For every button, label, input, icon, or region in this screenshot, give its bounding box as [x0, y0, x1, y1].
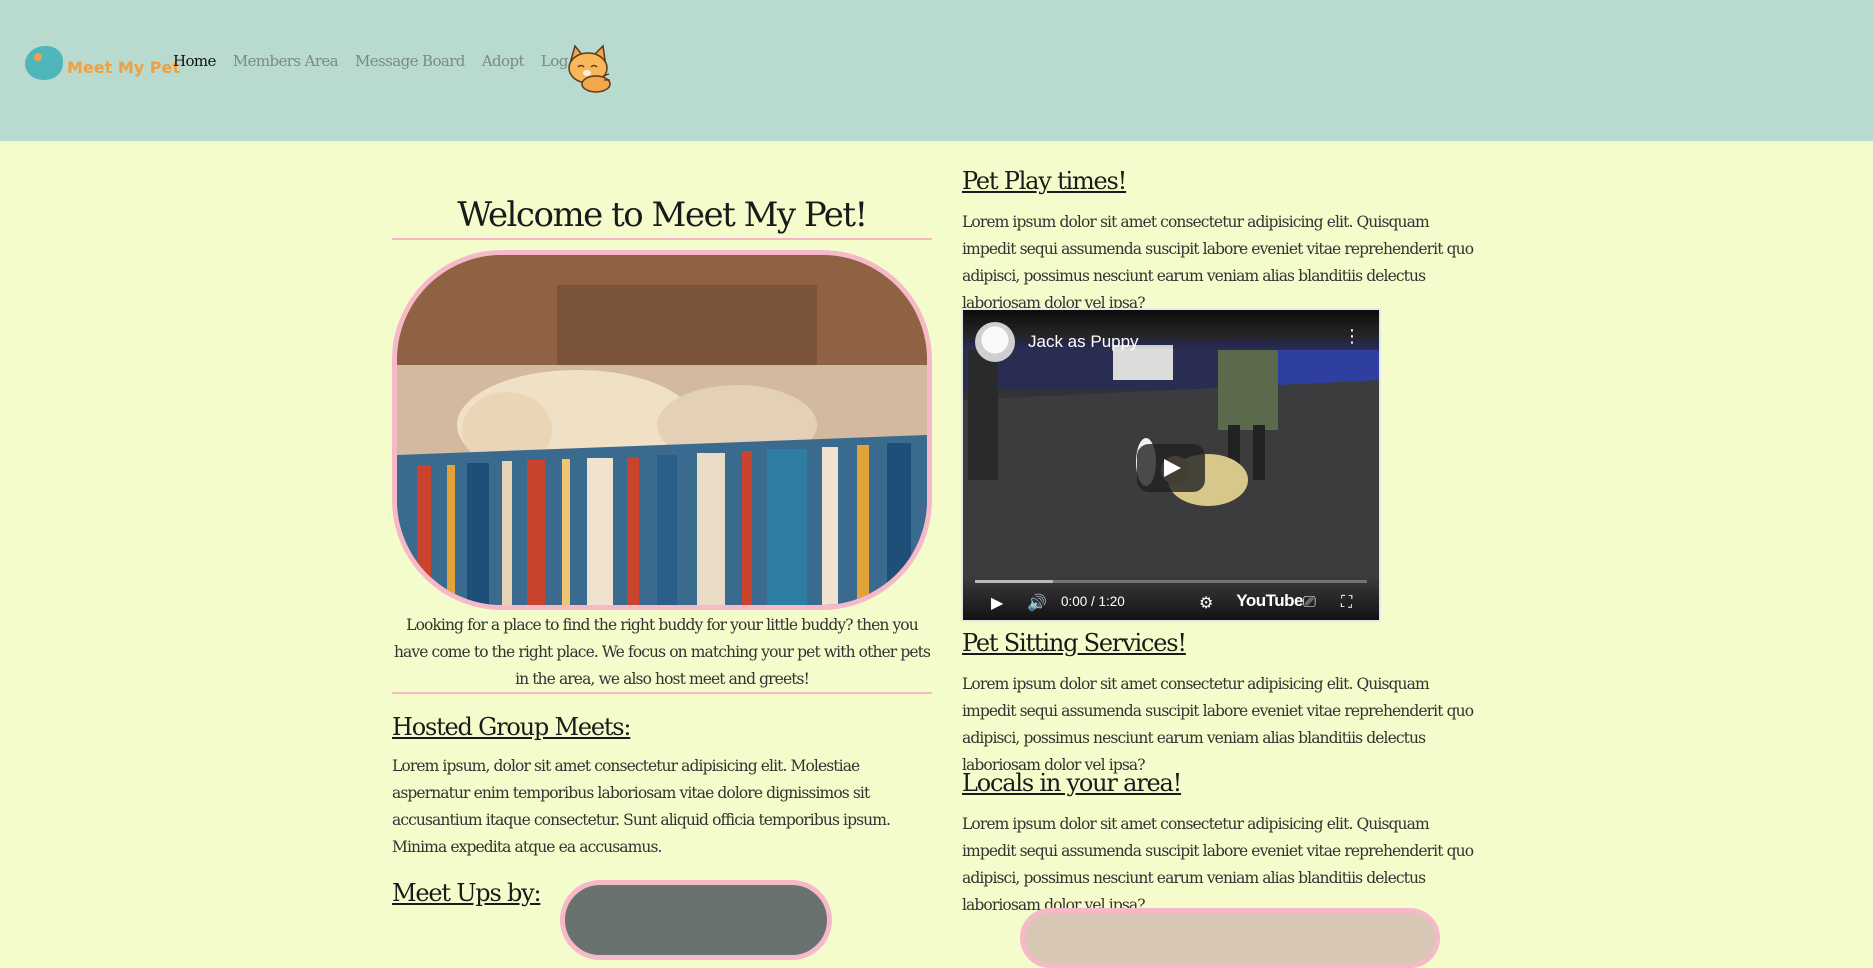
volume-icon[interactable]: 🔊 [1027, 593, 1047, 612]
nav-adopt[interactable]: Adopt [482, 52, 525, 76]
locals-text: Lorem ipsum dolor sit amet consectetur a… [962, 815, 1474, 914]
locals-heading: Locals in your area! [962, 769, 1182, 797]
pet-sitting-services-text: Lorem ipsum dolor sit amet consectetur a… [962, 675, 1474, 774]
big-play-button[interactable] [1137, 444, 1205, 492]
pet-play-times-text: Lorem ipsum dolor sit amet consectetur a… [962, 213, 1474, 312]
cast-icon[interactable]: ⎚ [1303, 592, 1316, 612]
settings-gear-icon[interactable]: ⚙ [1199, 593, 1213, 612]
site-header: Meet My Pet Home Members Area Message Bo… [0, 0, 1873, 141]
youtube-logo[interactable]: YouTube [1236, 591, 1303, 611]
cat-mascot-icon [563, 42, 615, 94]
paw-bubble-icon [25, 46, 63, 80]
hosted-group-meets-heading: Hosted Group Meets: [392, 713, 632, 741]
intro-divider [392, 692, 932, 694]
more-options-icon[interactable]: ⋮ [1343, 328, 1361, 346]
nav-home[interactable]: Home [173, 52, 216, 76]
locals-image [1020, 908, 1440, 968]
title-divider [392, 238, 932, 240]
meet-ups-heading: Meet Ups by: [392, 879, 542, 907]
main-nav: Home Members Area Message Board Adopt Lo… [173, 52, 599, 76]
channel-avatar[interactable] [975, 322, 1015, 362]
pet-sitting-services-heading: Pet Sitting Services! [962, 629, 1187, 657]
welcome-title: Welcome to Meet My Pet! [457, 195, 868, 235]
hosted-group-meets-text: Lorem ipsum, dolor sit amet consectetur … [392, 757, 891, 856]
site-logo[interactable]: Meet My Pet [25, 44, 180, 84]
video-player[interactable]: Jack as Puppy ⋮ ▶ 🔊 0:00 / 1:20 ⚙ YouTub… [961, 308, 1381, 622]
nav-members-area[interactable]: Members Area [233, 52, 339, 76]
hero-dog-image [392, 250, 932, 610]
meet-ups-image [560, 880, 832, 960]
video-title[interactable]: Jack as Puppy [1028, 332, 1139, 352]
play-icon[interactable]: ▶ [991, 593, 1003, 612]
time-display: 0:00 / 1:20 [1061, 594, 1125, 609]
intro-text: Looking for a place to find the right bu… [393, 616, 931, 688]
pet-play-times-heading: Pet Play times! [962, 167, 1127, 195]
brand-name: Meet My Pet [67, 58, 180, 77]
progress-bar[interactable] [975, 580, 1367, 583]
nav-message-board[interactable]: Message Board [355, 52, 465, 76]
fullscreen-icon[interactable]: ⛶ [1341, 592, 1352, 612]
